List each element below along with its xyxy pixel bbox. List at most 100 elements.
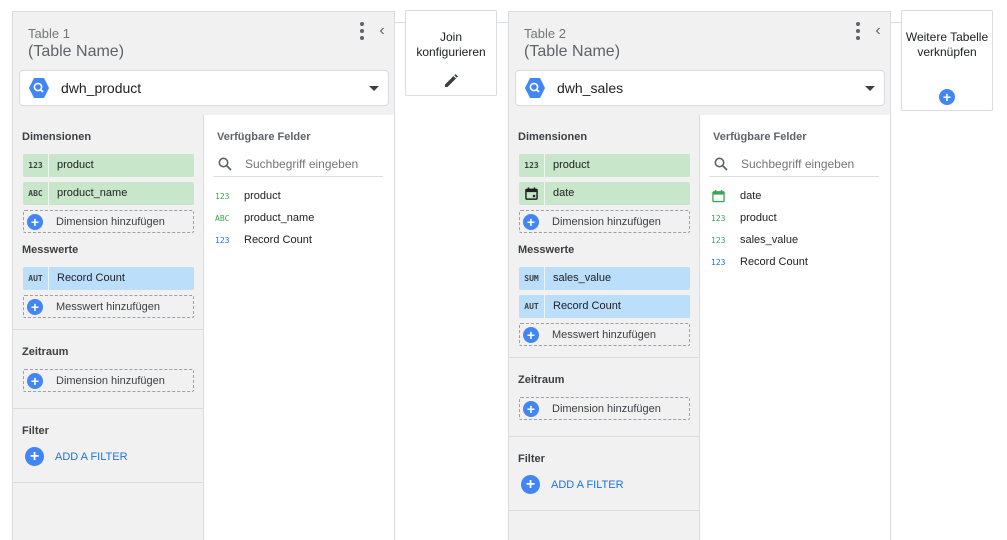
table-header: Table 2 (Table Name) ‹ dwh_sales [509, 12, 890, 115]
field-search [709, 151, 879, 177]
add-filter-label: ADD A FILTER [55, 451, 128, 463]
data-source-select[interactable]: dwh_sales [515, 70, 885, 106]
field-label: Record Count [244, 234, 312, 246]
field-label: Record Count [740, 256, 808, 268]
add-date-dimension-button[interactable]: + Dimension hinzufügen [23, 369, 194, 392]
add-metric-button[interactable]: + Messwert hinzufügen [519, 323, 690, 346]
dimension-chip[interactable]: 123 product [23, 154, 194, 177]
search-input[interactable] [741, 155, 875, 173]
text-type-icon: ABC [23, 182, 49, 205]
add-metric-button[interactable]: + Messwert hinzufügen [23, 295, 194, 318]
dimensions-label: Dimensionen [22, 131, 92, 143]
chevron-left-icon[interactable]: ‹ [375, 22, 389, 40]
divider [509, 357, 699, 358]
plus-icon: + [25, 447, 44, 466]
dimension-chip[interactable]: date [519, 182, 690, 205]
dimension-chip[interactable]: ABC product_name [23, 182, 194, 205]
connector-line [891, 22, 901, 23]
add-filter-label: ADD A FILTER [551, 479, 624, 491]
add-metric-label: Messwert hinzufügen [552, 329, 656, 341]
dropdown-arrow-icon[interactable] [369, 86, 379, 91]
data-source-name: dwh_sales [557, 80, 624, 96]
table-body: Dimensionen 123 product date + Dimension… [509, 115, 890, 540]
blend-editor: Table 1 (Table Name) ‹ dwh_product Dimen… [0, 0, 1007, 540]
number-type-icon: 123 [711, 236, 726, 245]
dimension-label: product_name [57, 187, 128, 199]
plus-icon: + [939, 89, 955, 105]
metric-chip[interactable]: SUM sales_value [519, 267, 690, 290]
metric-chip[interactable]: AUT Record Count [23, 267, 194, 290]
auto-aggregation-icon: AUT [519, 295, 545, 318]
divider [509, 436, 699, 437]
dimension-chip[interactable]: 123 product [519, 154, 690, 177]
configure-join-button[interactable]: Join konfigurieren [405, 10, 497, 96]
divider [13, 482, 203, 483]
table-body: Dimensionen 123 product ABC product_name… [13, 115, 394, 540]
bigquery-icon [29, 78, 49, 98]
more-vert-icon[interactable] [853, 21, 863, 41]
table-name[interactable]: (Table Name) [28, 43, 124, 61]
add-date-dimension-button[interactable]: + Dimension hinzufügen [519, 397, 690, 420]
config-column: Dimensionen 123 product date + Dimension… [509, 115, 699, 540]
search-icon [714, 157, 728, 171]
connector-line [497, 22, 508, 23]
add-dimension-label: Dimension hinzufügen [56, 216, 165, 228]
plus-icon: + [27, 214, 43, 230]
text-type-icon: ABC [215, 214, 230, 223]
add-dimension-button[interactable]: + Dimension hinzufügen [23, 210, 194, 233]
more-vert-icon[interactable] [357, 21, 367, 41]
available-fields-title: Verfügbare Felder [217, 131, 311, 143]
metric-label: Record Count [57, 272, 125, 284]
data-source-select[interactable]: dwh_product [19, 70, 389, 106]
number-type-icon: 123 [23, 154, 49, 177]
calendar-icon [712, 189, 725, 203]
metric-label: sales_value [553, 272, 612, 284]
add-metric-label: Messwert hinzufügen [56, 301, 160, 313]
plus-icon: + [27, 299, 43, 315]
search-icon [218, 157, 232, 171]
divider [13, 329, 203, 330]
add-dimension-label: Dimension hinzufügen [552, 403, 661, 415]
plus-icon: + [523, 401, 539, 417]
dropdown-arrow-icon[interactable] [865, 86, 875, 91]
table-header: Table 1 (Table Name) ‹ dwh_product [13, 12, 394, 115]
table-title: Table 2 [524, 26, 566, 41]
add-dimension-label: Dimension hinzufügen [56, 375, 165, 387]
connector-line [395, 22, 405, 23]
filter-label: Filter [518, 453, 545, 465]
calendar-icon [519, 182, 545, 205]
bigquery-icon [525, 78, 545, 98]
field-label: product [740, 212, 777, 224]
table-name[interactable]: (Table Name) [524, 43, 620, 61]
table-title: Table 1 [28, 26, 70, 41]
metrics-label: Messwerte [22, 244, 79, 256]
metric-label: Record Count [553, 300, 621, 312]
plus-icon: + [523, 214, 539, 230]
metric-chip[interactable]: AUT Record Count [519, 295, 690, 318]
add-table-button[interactable]: Weitere Tabelle verknüpfen + [901, 10, 993, 111]
search-input[interactable] [245, 155, 379, 173]
number-type-icon: 123 [711, 214, 726, 223]
plus-icon: + [523, 327, 539, 343]
data-source-name: dwh_product [61, 80, 142, 96]
date-range-label: Zeitraum [518, 374, 565, 386]
field-label: product [244, 190, 281, 202]
table-panel-1: Table 1 (Table Name) ‹ dwh_product Dimen… [12, 11, 395, 540]
add-table-label: Weitere Tabelle verknüpfen [905, 30, 989, 59]
divider [509, 510, 699, 511]
table-panel-2: Table 2 (Table Name) ‹ dwh_sales Dimensi… [508, 11, 891, 540]
chevron-left-icon[interactable]: ‹ [871, 22, 885, 40]
field-search [213, 151, 383, 177]
dimensions-label: Dimensionen [518, 131, 588, 143]
dimension-label: product [57, 159, 94, 171]
available-fields-column: Verfügbare Felder 123 product ABC produc… [203, 115, 394, 540]
number-type-icon: 123 [215, 192, 230, 201]
join-label: Join konfigurieren [416, 30, 486, 59]
sum-aggregation-icon: SUM [519, 267, 545, 290]
add-dimension-button[interactable]: + Dimension hinzufügen [519, 210, 690, 233]
number-type-icon: 123 [519, 154, 545, 177]
plus-icon: + [521, 475, 540, 494]
add-dimension-label: Dimension hinzufügen [552, 216, 661, 228]
auto-aggregation-icon: AUT [23, 267, 49, 290]
plus-icon: + [27, 373, 43, 389]
